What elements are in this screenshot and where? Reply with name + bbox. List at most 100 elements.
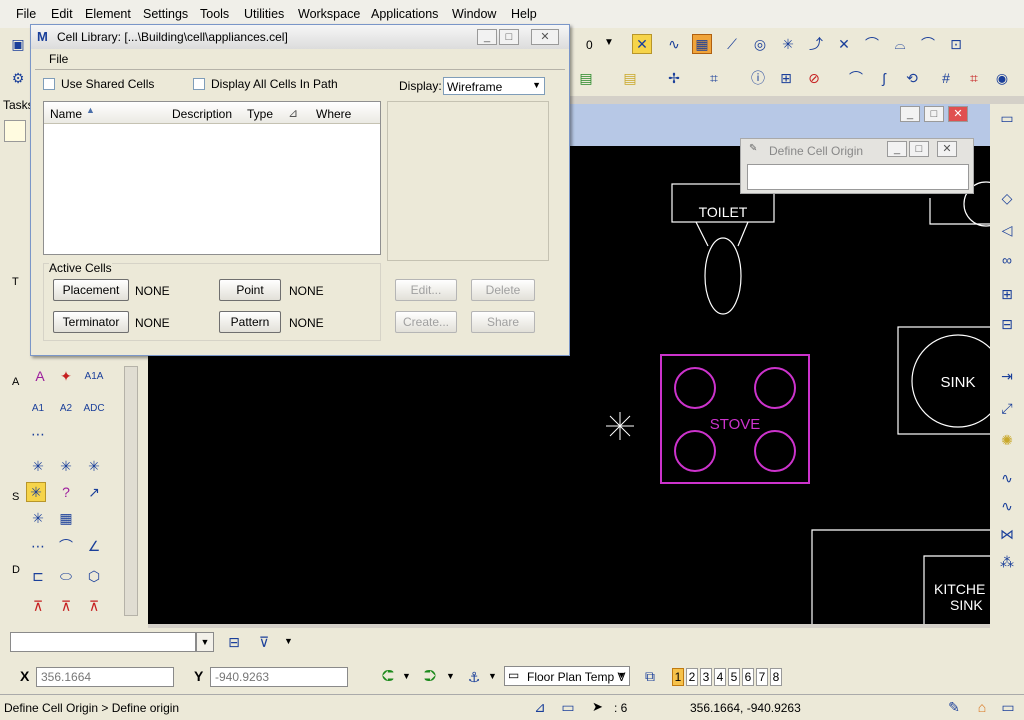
- kitchen-sink[interactable]: KITCHE SINK: [811, 529, 990, 624]
- text-increment-icon[interactable]: A1: [28, 398, 48, 418]
- view-close-button[interactable]: ✕: [948, 106, 968, 122]
- curve-icon[interactable]: ⌒: [846, 68, 866, 88]
- view-button-2[interactable]: 2: [686, 668, 698, 686]
- measure-icon[interactable]: ⌗: [704, 68, 724, 88]
- selection-icon[interactable]: ⊡: [946, 34, 966, 54]
- spline-icon[interactable]: ∿: [997, 496, 1017, 516]
- view-button-8[interactable]: 8: [770, 668, 782, 686]
- layers-icon[interactable]: ▤: [620, 68, 640, 88]
- menu-tools[interactable]: Tools: [200, 7, 229, 21]
- rotate-icon[interactable]: ◇: [997, 188, 1017, 208]
- define-cell-origin-settings-area[interactable]: [747, 164, 969, 190]
- cell-list[interactable]: Name ▲ Description Type ⊿ Where: [43, 101, 381, 255]
- refresh-icon[interactable]: ⟲: [902, 68, 922, 88]
- view-groups-icon[interactable]: ⧉: [640, 666, 660, 686]
- display-select[interactable]: Wireframe ▼: [443, 77, 545, 95]
- attributes-dropdown-icon[interactable]: ▼: [488, 671, 497, 681]
- element-info-icon[interactable]: ⊞: [776, 68, 796, 88]
- tasks-scrollbar[interactable]: [124, 366, 138, 616]
- x-coordinate-field[interactable]: 356.1664: [36, 667, 174, 687]
- menu-settings[interactable]: Settings: [143, 7, 188, 21]
- view-maximize-button[interactable]: □: [924, 106, 944, 122]
- column-description[interactable]: Description: [172, 107, 232, 121]
- light-icon[interactable]: ✺: [997, 430, 1017, 450]
- intersect-icon[interactable]: ✕: [834, 34, 854, 54]
- cell-select-icon[interactable]: ✳: [56, 456, 76, 476]
- text-scale-icon[interactable]: A1A: [84, 366, 104, 386]
- levels-icon[interactable]: ▤: [576, 68, 596, 88]
- snap-toggle-icon[interactable]: ✕: [632, 34, 652, 54]
- dim-location-icon[interactable]: ⊼: [56, 596, 76, 616]
- modify-icon[interactable]: ⌒: [918, 34, 938, 54]
- create-button[interactable]: Create...: [395, 311, 457, 333]
- cell-identify-icon[interactable]: ?: [56, 482, 76, 502]
- define-cell-origin-icon[interactable]: ✳: [26, 482, 46, 502]
- attributes-icon[interactable]: ⚓: [464, 667, 484, 687]
- trim-icon[interactable]: ⌒: [862, 34, 882, 54]
- arc-icon[interactable]: ⤴: [806, 34, 826, 54]
- menu-help[interactable]: Help: [511, 7, 537, 21]
- model-icon[interactable]: ▭: [558, 697, 578, 717]
- text-fill-icon[interactable]: ⋯: [28, 424, 48, 444]
- tool-settings-icon[interactable]: ⚙: [8, 68, 28, 88]
- view-minimize-button[interactable]: _: [900, 106, 920, 122]
- cell-array-icon[interactable]: ✳: [28, 508, 48, 528]
- delete-button[interactable]: Delete: [471, 279, 535, 301]
- grid-off-icon[interactable]: ⌗: [964, 68, 984, 88]
- grid-icon[interactable]: #: [936, 68, 956, 88]
- message-center-icon[interactable]: ▭: [998, 697, 1018, 717]
- dco-minimize-button[interactable]: _: [887, 141, 907, 157]
- network-icon[interactable]: ⋈: [997, 524, 1017, 544]
- target-icon[interactable]: ◉: [992, 68, 1012, 88]
- forward-dropdown-icon[interactable]: ▼: [446, 671, 455, 681]
- text-edit-icon[interactable]: ✦: [56, 366, 76, 386]
- view-button-1[interactable]: 1: [672, 668, 684, 686]
- placement-button[interactable]: Placement: [53, 279, 129, 301]
- menu-element[interactable]: Element: [85, 7, 131, 21]
- column-name[interactable]: Name: [50, 107, 82, 121]
- circle-icon[interactable]: ◎: [750, 34, 770, 54]
- column-where[interactable]: Where: [316, 107, 351, 121]
- forward-arrow-icon[interactable]: ⮊: [420, 667, 440, 687]
- dim-radial-icon[interactable]: ⬭: [56, 566, 76, 586]
- extend-icon[interactable]: ⌓: [890, 34, 910, 54]
- cell-library-menu-file[interactable]: File: [49, 52, 68, 66]
- edit-button[interactable]: Edit...: [395, 279, 457, 301]
- menu-utilities[interactable]: Utilities: [244, 7, 284, 21]
- display-all-cells-checkbox[interactable]: [193, 78, 205, 90]
- align-icon[interactable]: ⊞: [997, 284, 1017, 304]
- back-arrow-icon[interactable]: ⮈: [378, 667, 398, 687]
- menu-file[interactable]: File: [16, 7, 36, 21]
- menu-edit[interactable]: Edit: [51, 7, 73, 21]
- terminator-button[interactable]: Terminator: [53, 311, 129, 333]
- new-file-icon[interactable]: ▣: [8, 34, 28, 54]
- keyin-filter-icon[interactable]: ⊽: [254, 632, 274, 652]
- keyin-field[interactable]: [10, 632, 196, 652]
- sink[interactable]: SINK: [897, 326, 990, 435]
- path-icon[interactable]: ʃ: [874, 68, 894, 88]
- view-attributes-select[interactable]: ▭ Floor Plan Temp V ▼: [504, 666, 630, 686]
- curve-tool-icon[interactable]: ∿: [997, 468, 1017, 488]
- cell-library-close-button[interactable]: ✕: [531, 29, 559, 45]
- array-icon[interactable]: ∞: [997, 250, 1017, 270]
- cell-table-icon[interactable]: ▦: [56, 508, 76, 528]
- menu-workspace[interactable]: Workspace: [298, 7, 360, 21]
- stretch-icon[interactable]: ⊟: [997, 314, 1017, 334]
- fence-icon[interactable]: ▦: [692, 34, 712, 54]
- scale-icon[interactable]: ⤢: [997, 398, 1017, 418]
- design-history-icon[interactable]: ✎: [944, 697, 964, 717]
- text-tool-icon[interactable]: A: [30, 366, 50, 386]
- view-button-6[interactable]: 6: [742, 668, 754, 686]
- toilet[interactable]: TOILET: [671, 183, 775, 315]
- cell-place-icon[interactable]: ✳: [28, 456, 48, 476]
- cluster-icon[interactable]: ⁂: [997, 552, 1017, 572]
- dim-element-icon[interactable]: ⬡: [84, 566, 104, 586]
- menu-applications[interactable]: Applications: [371, 7, 438, 21]
- use-shared-cells-checkbox[interactable]: [43, 78, 55, 90]
- view-button-4[interactable]: 4: [714, 668, 726, 686]
- pattern-button[interactable]: Pattern: [219, 311, 281, 333]
- view-button-7[interactable]: 7: [756, 668, 768, 686]
- mirror-icon[interactable]: ◁: [997, 220, 1017, 240]
- info-icon[interactable]: ⓘ: [748, 68, 768, 88]
- column-type[interactable]: Type: [247, 107, 273, 121]
